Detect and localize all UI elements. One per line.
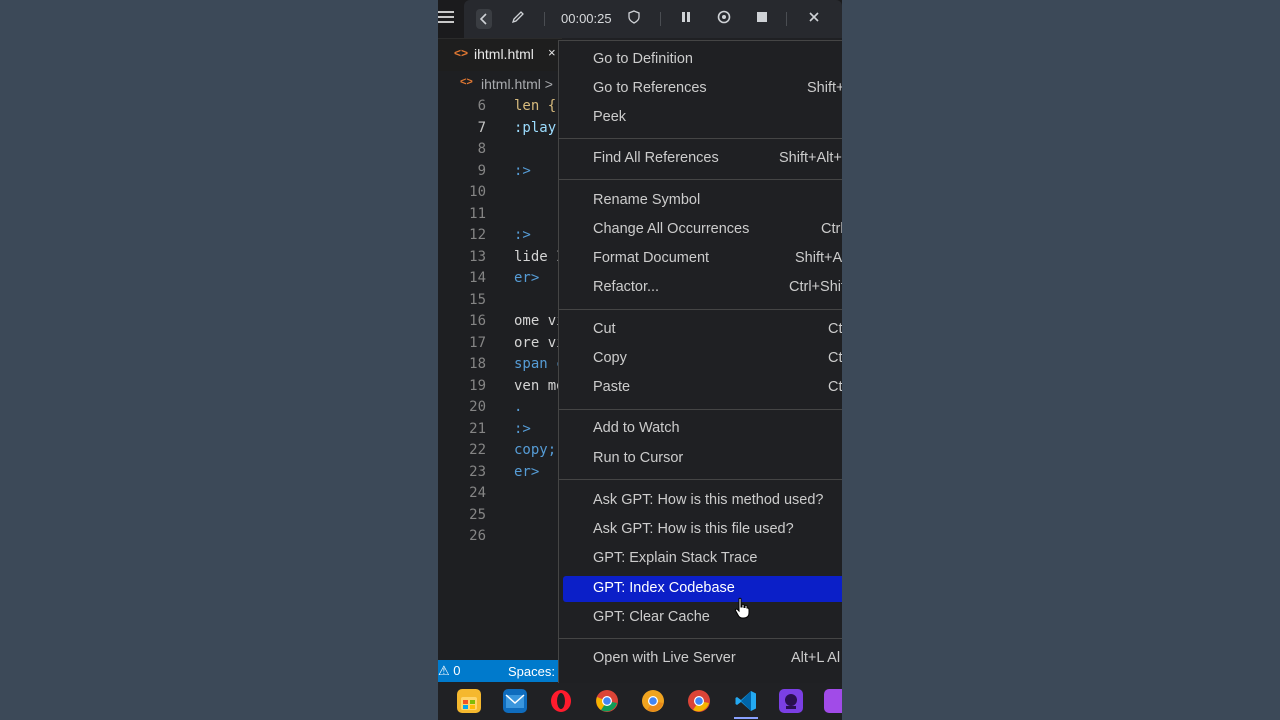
menu-item-run-to-cursor[interactable]: Run to Cursor bbox=[563, 446, 842, 472]
menu-item-ask-gpt-method[interactable]: Ask GPT: How is this method used? bbox=[563, 488, 842, 514]
back-icon[interactable] bbox=[476, 9, 492, 29]
menu-item-gpt-index-codebase[interactable]: GPT: Index Codebase bbox=[563, 576, 842, 602]
code-line: er> bbox=[514, 463, 540, 480]
chrome-icon[interactable] bbox=[595, 689, 619, 713]
separator bbox=[786, 12, 787, 26]
chrome-canary-icon[interactable] bbox=[641, 689, 665, 713]
menu-item-rename-symbol[interactable]: Rename Symbol bbox=[563, 188, 842, 214]
line-number-gutter: 6 7 8 9 10 11 12 13 14 15 16 17 18 19 20… bbox=[438, 96, 498, 656]
restart-icon[interactable] bbox=[714, 9, 734, 29]
menu-separator bbox=[559, 409, 842, 410]
code-line: :> bbox=[514, 162, 531, 179]
store-icon[interactable] bbox=[457, 689, 481, 713]
context-menu: Go to Definition Go to References Shift+… bbox=[558, 40, 842, 683]
line-number: 7 bbox=[477, 119, 486, 136]
line-number: 10 bbox=[469, 184, 486, 200]
menu-item-format-document[interactable]: Format Document Shift+A bbox=[563, 246, 842, 272]
menu-icon[interactable] bbox=[438, 8, 458, 28]
line-number: 15 bbox=[469, 291, 486, 308]
warnings-count[interactable]: ⚠ 0 bbox=[438, 663, 461, 679]
separator bbox=[544, 12, 545, 26]
recording-timer: 00:00:25 bbox=[561, 11, 612, 26]
menu-item-go-to-references[interactable]: Go to References Shift+ bbox=[563, 76, 842, 102]
line-number: 6 bbox=[477, 98, 486, 114]
recorder-toolbar: 00:00:25 bbox=[438, 0, 842, 38]
html-file-icon: <> bbox=[454, 46, 469, 60]
line-number: 23 bbox=[469, 463, 486, 480]
code-line: ome vi bbox=[514, 313, 564, 329]
menu-separator bbox=[559, 179, 842, 180]
menu-item-paste[interactable]: Paste Ct bbox=[563, 375, 842, 401]
separator bbox=[660, 12, 661, 26]
background-left bbox=[0, 0, 438, 720]
menu-separator bbox=[559, 309, 842, 310]
pen-icon[interactable] bbox=[508, 9, 528, 29]
code-line: len { bbox=[514, 98, 557, 114]
stop-icon[interactable] bbox=[752, 9, 772, 29]
app-purple-2-icon[interactable] bbox=[824, 689, 842, 713]
code-area[interactable]: len { :play: :> :> lide I er> ome vi ore… bbox=[514, 96, 564, 656]
line-number: 13 bbox=[469, 248, 486, 265]
screen: 00:00:25 <> ihtml.html × <> ihtml.html >… bbox=[438, 0, 842, 720]
line-number: 26 bbox=[469, 528, 486, 544]
line-number: 12 bbox=[469, 227, 486, 243]
code-line: :> bbox=[514, 420, 531, 437]
active-app-indicator bbox=[734, 717, 758, 719]
code-line: . bbox=[514, 399, 523, 415]
menu-item-refactor[interactable]: Refactor... Ctrl+Shif bbox=[563, 275, 842, 301]
tab-close-icon[interactable]: × bbox=[548, 45, 556, 60]
menu-item-gpt-clear-cache[interactable]: GPT: Clear Cache bbox=[563, 605, 842, 631]
close-icon[interactable] bbox=[804, 9, 824, 29]
hand-pointer-icon bbox=[734, 597, 750, 619]
line-number: 24 bbox=[469, 485, 486, 501]
menu-item-add-to-watch[interactable]: Add to Watch bbox=[563, 416, 842, 442]
code-line: ore vi bbox=[514, 334, 564, 351]
code-line: :> bbox=[514, 227, 531, 243]
line-number: 20 bbox=[469, 399, 486, 415]
tab-label: ihtml.html bbox=[474, 46, 534, 62]
line-number: 16 bbox=[469, 313, 486, 329]
app-purple-icon[interactable] bbox=[779, 689, 803, 713]
code-line: :play: bbox=[514, 119, 564, 136]
line-number: 11 bbox=[469, 205, 486, 222]
code-line: lide I bbox=[514, 248, 564, 265]
background-right bbox=[842, 0, 1280, 720]
line-number: 21 bbox=[469, 420, 486, 437]
menu-item-gpt-explain-stack-trace[interactable]: GPT: Explain Stack Trace bbox=[563, 546, 842, 572]
line-number: 14 bbox=[469, 270, 486, 286]
line-number: 25 bbox=[469, 506, 486, 523]
menu-item-cut[interactable]: Cut Ct bbox=[563, 317, 842, 343]
vscode-icon[interactable] bbox=[734, 689, 758, 713]
line-number: 22 bbox=[469, 442, 486, 458]
code-line: er> bbox=[514, 270, 540, 286]
line-number: 18 bbox=[469, 356, 486, 372]
shield-icon[interactable] bbox=[624, 9, 644, 29]
line-number: 19 bbox=[469, 377, 486, 394]
taskbar bbox=[438, 682, 842, 720]
menu-item-peek[interactable]: Peek bbox=[563, 105, 842, 131]
opera-icon[interactable] bbox=[549, 689, 573, 713]
mail-icon[interactable] bbox=[503, 689, 527, 713]
breadcrumb-file[interactable]: ihtml.html > bbox=[481, 76, 553, 92]
line-number: 8 bbox=[477, 141, 486, 157]
line-number: 17 bbox=[469, 334, 486, 351]
menu-item-find-all-references[interactable]: Find All References Shift+Alt+ bbox=[563, 146, 842, 172]
menu-item-ask-gpt-file[interactable]: Ask GPT: How is this file used? bbox=[563, 517, 842, 543]
pause-icon[interactable] bbox=[676, 9, 696, 29]
tab-ihtml[interactable]: <> ihtml.html × bbox=[438, 38, 562, 71]
menu-item-go-to-definition[interactable]: Go to Definition bbox=[563, 47, 842, 73]
menu-item-copy[interactable]: Copy Ct bbox=[563, 346, 842, 372]
code-line: span c bbox=[514, 356, 564, 372]
html-file-icon: <> bbox=[460, 76, 473, 88]
code-line: copy; bbox=[514, 442, 557, 458]
menu-separator bbox=[559, 138, 842, 139]
chrome-dev-icon[interactable] bbox=[687, 689, 711, 713]
menu-separator bbox=[559, 479, 842, 480]
code-line: ven mo bbox=[514, 377, 564, 394]
menu-separator bbox=[559, 638, 842, 639]
recorder-controls: 00:00:25 bbox=[464, 0, 842, 38]
line-number: 9 bbox=[477, 162, 486, 179]
menu-item-change-all-occurrences[interactable]: Change All Occurrences Ctrl bbox=[563, 217, 842, 243]
menu-item-open-with-live-server[interactable]: Open with Live Server Alt+L Al bbox=[563, 646, 842, 672]
